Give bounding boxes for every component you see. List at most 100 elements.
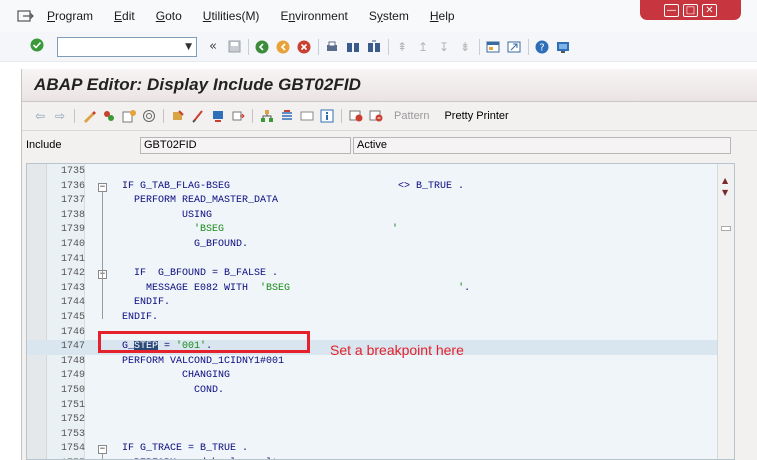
display-change-icon[interactable] [81, 108, 97, 124]
back-arrow-icon[interactable]: ⇦ [32, 108, 48, 124]
scroll-down-icon[interactable]: ▼ [722, 188, 728, 197]
shortcut-icon[interactable] [506, 39, 522, 55]
fold-toggle-icon[interactable]: − [98, 182, 107, 192]
dropdown-arrow-icon[interactable]: ▼ [185, 42, 192, 52]
code-text: ENDIF. [122, 297, 171, 309]
toolbar-separator [479, 38, 480, 55]
scroll-up-icon[interactable]: ▲ [722, 176, 728, 185]
pattern-button[interactable]: Pattern [394, 110, 429, 122]
annotation-text: Set a breakpoint here [330, 342, 464, 358]
customize-layout-icon[interactable] [555, 39, 571, 55]
line-number: 1747 [60, 341, 85, 353]
pretty-printer-button[interactable]: Pretty Printer [444, 110, 508, 122]
set-breakpoint-icon[interactable] [348, 108, 364, 124]
menu-bar: Program Edit Goto Utilities(M) Environme… [0, 0, 757, 32]
code-editor[interactable]: 1735 1736− IF G_TAB_FLAG-BSEG <> B_TRUE .1… [26, 163, 735, 460]
toolbar-separator [248, 38, 249, 55]
menu-program[interactable]: Program [47, 9, 93, 23]
menu-goto[interactable]: Goto [156, 9, 182, 23]
page-title: ABAP Editor: Display Include GBT02FID [34, 75, 362, 94]
scroll-thumb[interactable] [721, 226, 731, 231]
back-arrows-icon[interactable]: « [205, 39, 221, 55]
command-input[interactable] [65, 38, 186, 55]
line-number: 1743 [60, 282, 85, 294]
minimize-button[interactable]: — [664, 3, 679, 17]
maximize-button[interactable]: □ [683, 3, 698, 17]
include-status-field: Active [353, 136, 731, 154]
code-line[interactable]: 1744 ENDIF. [27, 296, 734, 311]
svg-text:?: ? [539, 42, 544, 53]
line-number: 1753 [60, 428, 85, 440]
line-number: 1739 [60, 224, 85, 236]
line-number: 1737 [60, 195, 85, 207]
object-list-icon[interactable] [259, 108, 275, 124]
test-icon[interactable] [210, 108, 226, 124]
code-line[interactable]: 1736 − IF G_TAB_FLAG-BSEG <> B_TRUE . [27, 180, 734, 195]
code-line[interactable]: 1754 − IF G_TRACE = B_TRUE . [27, 442, 734, 457]
new-session-icon[interactable] [485, 39, 501, 55]
check-icon[interactable] [170, 108, 186, 124]
line-number: 1741 [60, 253, 85, 265]
line-number: 1745 [60, 312, 85, 323]
activate-icon[interactable] [190, 108, 206, 124]
cancel-icon[interactable] [296, 39, 312, 55]
code-line[interactable]: 1753 [27, 428, 734, 443]
next-page-icon[interactable]: ↧ [436, 39, 452, 55]
code-text: MESSAGE E082 WITH 'BSEG '. [122, 282, 471, 294]
code-line[interactable]: 1735 [27, 165, 734, 180]
last-page-icon[interactable]: ⇟ [457, 39, 473, 55]
fold-toggle-icon[interactable]: − [98, 445, 107, 455]
external-breakpoint-icon[interactable] [368, 108, 384, 124]
active-inactive-icon[interactable] [101, 108, 117, 124]
exit-icon[interactable] [275, 39, 291, 55]
previous-page-icon[interactable]: ↥ [415, 39, 431, 55]
menu-exit-icon[interactable] [17, 8, 37, 24]
where-used-icon[interactable] [141, 108, 157, 124]
code-text: PERFORM READ_MASTER_DATA [122, 195, 279, 207]
code-line[interactable]: 1743 MESSAGE E082 WITH 'BSEG '. [27, 282, 734, 297]
first-page-icon[interactable]: ⇞ [394, 39, 410, 55]
find-icon[interactable] [345, 39, 361, 55]
other-object-icon[interactable] [121, 108, 137, 124]
code-line[interactable]: 1739 'BSEG ' [27, 223, 734, 238]
menu-help[interactable]: Help [430, 9, 455, 23]
save-icon[interactable] [226, 39, 242, 55]
code-line[interactable]: 1737 PERFORM READ_MASTER_DATA [27, 194, 734, 209]
find-next-icon[interactable] [366, 39, 382, 55]
code-text: CHANGING [122, 370, 231, 382]
code-line[interactable]: 1750 COND. [27, 384, 734, 399]
toolbar-separator [318, 38, 319, 55]
menu-utilities[interactable]: Utilities(M) [203, 9, 260, 23]
code-line[interactable]: 1749 CHANGING [27, 369, 734, 384]
code-line[interactable]: 1752 [27, 413, 734, 428]
help-icon[interactable]: ? [534, 39, 550, 55]
line-number: 1752 [60, 414, 85, 426]
fullscreen-icon[interactable] [299, 108, 315, 124]
code-line[interactable]: 1740 G_BFOUND. [27, 238, 734, 253]
code-line[interactable]: 1738 USING [27, 209, 734, 224]
print-icon[interactable] [324, 39, 340, 55]
standard-toolbar: ▼ « ⇞ ↥ ↧ ⇟ ? [0, 32, 757, 62]
code-text: PERFORM VALCOND_1CIDNY1#001 [122, 355, 285, 367]
toolbar-separator [74, 109, 75, 123]
menu-edit[interactable]: Edit [114, 9, 135, 23]
back-icon[interactable] [254, 39, 270, 55]
command-field[interactable]: ▼ [57, 36, 197, 57]
code-line[interactable]: 1742− IF G_BFOUND = B_FALSE . [27, 267, 734, 282]
vertical-scrollbar[interactable]: ▲ ▼ [717, 164, 734, 459]
breakpoint-highlight-box [98, 331, 310, 353]
code-line[interactable]: 1745 ENDIF. [27, 311, 734, 326]
execute-icon[interactable] [230, 108, 246, 124]
menu-environment[interactable]: Environment [280, 9, 347, 23]
enter-check-icon[interactable] [30, 38, 44, 55]
line-number: 1735 [60, 166, 85, 177]
forward-arrow-icon[interactable]: ⇨ [52, 108, 68, 124]
navigation-window-icon[interactable] [279, 108, 295, 124]
code-line[interactable]: 1751 [27, 399, 734, 414]
include-label: Include [26, 139, 62, 151]
close-button[interactable]: ✕ [702, 3, 717, 17]
toolbar-separator [252, 109, 253, 123]
menu-system[interactable]: System [369, 9, 409, 23]
info-icon[interactable] [319, 108, 335, 124]
code-line[interactable]: 1741 [27, 253, 734, 268]
